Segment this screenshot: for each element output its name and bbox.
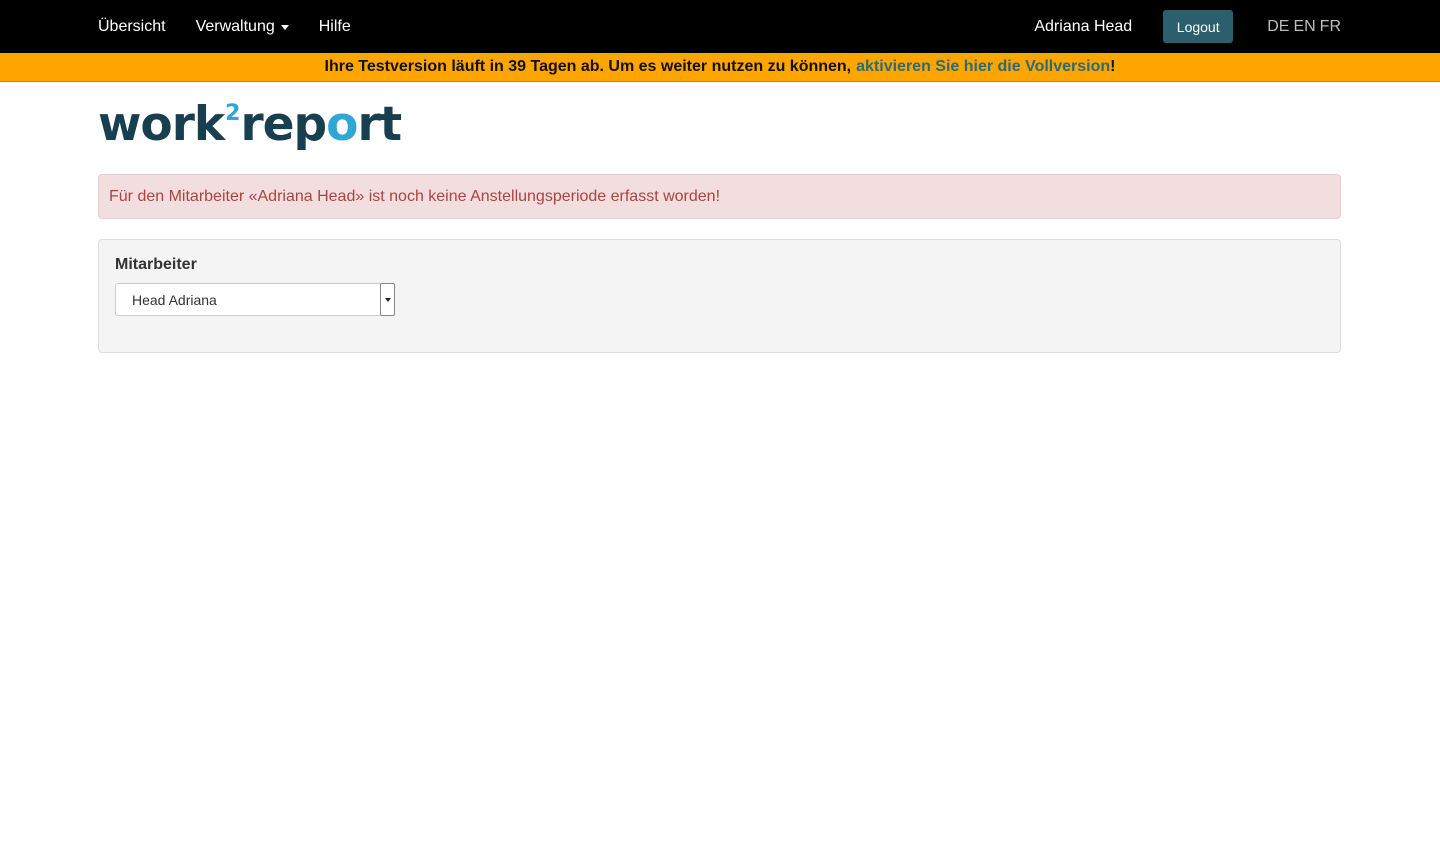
employee-filter-panel: Mitarbeiter Head Adriana — [98, 239, 1341, 353]
dropdown-toggle[interactable] — [380, 283, 395, 316]
trial-banner: Ihre Testversion läuft in 39 Tagen ab. U… — [0, 53, 1440, 82]
employee-select-value: Head Adriana — [132, 291, 217, 308]
nav-item-label: Verwaltung — [195, 17, 275, 35]
activate-full-version-link[interactable]: aktivieren Sie hier die Vollversion — [856, 58, 1110, 76]
employee-label: Mitarbeiter — [115, 256, 197, 273]
employee-select[interactable]: Head Adriana — [115, 283, 395, 316]
trial-banner-text: Ihre Testversion läuft in 39 Tagen ab. U… — [324, 58, 852, 75]
alert-message: Für den Mitarbeiter «Adriana Head» ist n… — [109, 187, 721, 205]
error-alert: Für den Mitarbeiter «Adriana Head» ist n… — [98, 174, 1341, 219]
nav-menu: Übersicht Verwaltung Hilfe — [98, 0, 381, 53]
logout-button[interactable]: Logout — [1163, 10, 1234, 43]
caret-down-icon — [280, 25, 289, 30]
work2report-logo: work2report — [98, 97, 402, 152]
top-navbar: Übersicht Verwaltung Hilfe Adriana Head … — [0, 0, 1440, 53]
caret-down-icon — [384, 297, 391, 302]
current-user-name: Adriana Head — [1034, 17, 1133, 35]
nav-user-area: Adriana Head Logout DE EN FR — [1034, 0, 1341, 53]
language-fr[interactable]: FR — [1320, 18, 1341, 36]
nav-item-uebersicht[interactable]: Übersicht — [98, 18, 166, 36]
nav-item-label: Hilfe — [318, 17, 351, 35]
nav-item-label: Übersicht — [98, 17, 166, 35]
nav-item-hilfe[interactable]: Hilfe — [319, 18, 351, 36]
language-de[interactable]: DE — [1267, 18, 1289, 36]
nav-item-verwaltung-dropdown[interactable]: Verwaltung — [196, 18, 289, 36]
language-en[interactable]: EN — [1293, 18, 1315, 36]
trial-banner-suffix: ! — [1110, 58, 1116, 75]
